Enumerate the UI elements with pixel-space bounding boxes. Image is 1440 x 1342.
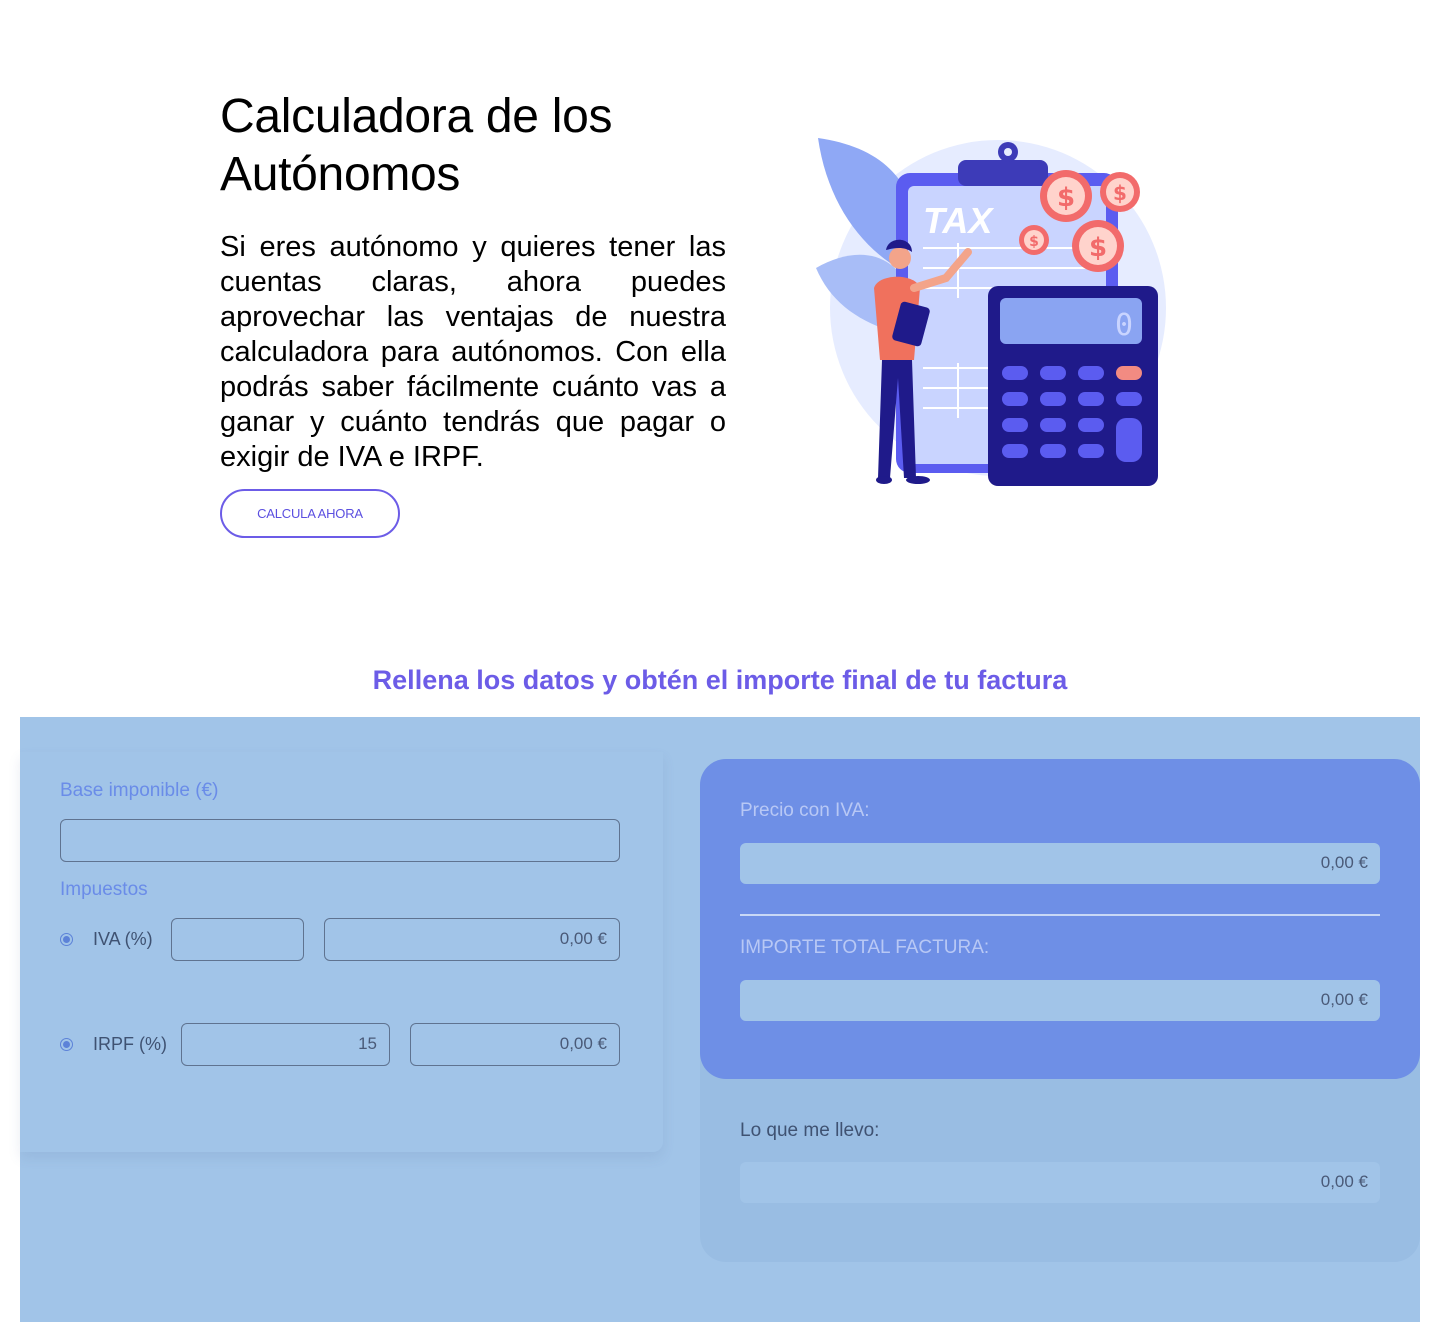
results-divider [740,914,1380,916]
dollar-coin-icon: $ [1072,220,1124,272]
page-title: Calculadora de los Autónomos [220,90,613,201]
total-invoice-value: 0,00 € [740,980,1380,1021]
iva-label: IVA (%) [93,929,153,949]
svg-text:$: $ [1089,233,1107,263]
irpf-percent-input[interactable]: 15 [181,1023,390,1066]
svg-text:$: $ [1029,234,1039,250]
total-invoice-label: IMPORTE TOTAL FACTURA: [740,937,990,958]
calculator-display-value: 0 [1115,308,1133,343]
take-home-value: 0,00 € [740,1162,1380,1203]
irpf-radio[interactable] [60,1038,73,1051]
hero-description: Si eres autónomo y quieres tener las cue… [220,231,726,473]
calculator-key-accent [1116,366,1142,380]
dollar-coin-icon: $ [1100,172,1140,212]
input-card: Base imponible (€) Impuestos IVA (%) 0,0… [20,752,663,1152]
page: Calculadora de los Autónomos Si eres aut… [0,0,1440,1342]
hero-text-block: Calculadora de los Autónomos Si eres aut… [220,88,726,475]
dollar-coin-icon: $ [1040,170,1092,222]
irpf-label: IRPF (%) [93,1034,167,1054]
price-with-iva-label: Precio con IVA: [740,800,870,821]
iva-radio[interactable] [60,933,73,946]
illustration-svg: TAX $ $ $ $ 0 [816,138,1166,486]
tax-calculator-illustration: TAX $ $ $ $ 0 [808,128,1173,493]
svg-text:$: $ [1113,181,1127,205]
impuestos-label: Impuestos [60,879,148,900]
iva-amount-field: 0,00 € [324,918,620,961]
iva-percent-input[interactable] [171,918,304,961]
take-home-label: Lo que me llevo: [740,1120,880,1141]
clipboard-clip-hole [1004,148,1012,156]
base-imponible-label: Base imponible (€) [60,780,219,801]
price-with-iva-value: 0,00 € [740,843,1380,884]
calculate-now-button[interactable]: CALCULA AHORA [220,489,400,538]
irpf-amount-field: 0,00 € [410,1023,620,1066]
base-imponible-input[interactable] [60,819,620,862]
results-card: Precio con IVA: 0,00 € IMPORTE TOTAL FAC… [700,759,1420,1079]
dollar-coin-icon: $ [1019,225,1049,255]
svg-text:$: $ [1057,183,1075,213]
tax-text: TAX [923,200,994,241]
section-heading: Rellena los datos y obtén el importe fin… [372,665,1068,695]
calculator-panel: Base imponible (€) Impuestos IVA (%) 0,0… [20,717,1420,1322]
clipboard-clip [958,160,1048,186]
